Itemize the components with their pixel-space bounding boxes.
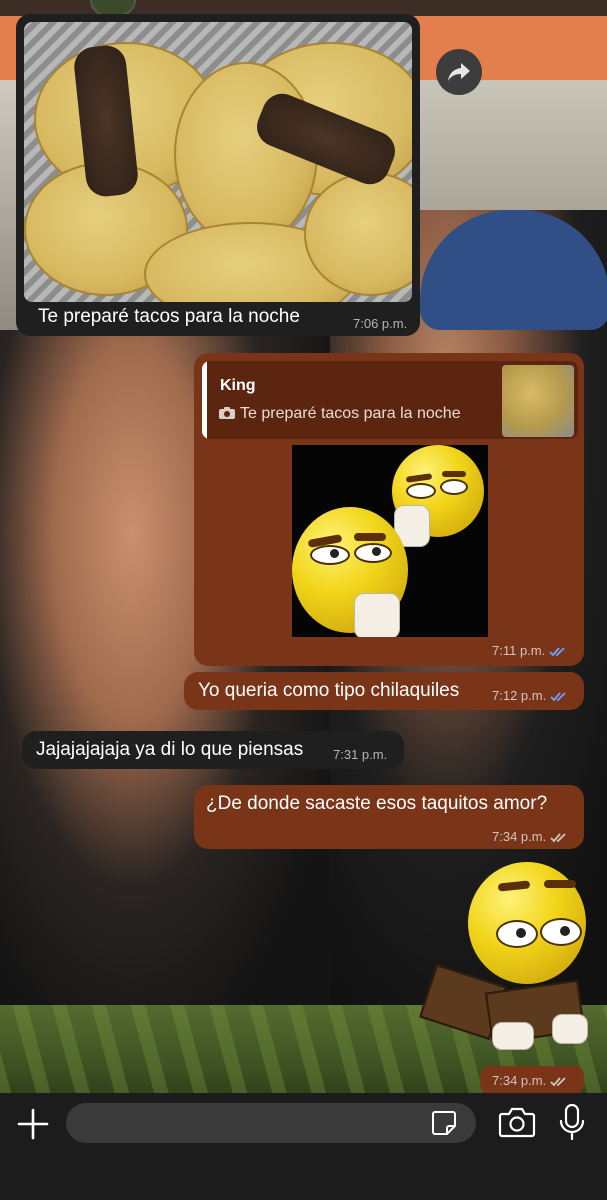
message-time-text: 7:34 p.m. [492,829,547,844]
message-time: 7:34 p.m. [492,1073,568,1088]
message-text: Jajajajajaja ya di lo que piensas [36,739,304,760]
microphone-icon[interactable] [556,1103,588,1141]
emoji-pupil [516,928,526,938]
message-text: ¿De donde sacaste esos taquitos amor? [206,793,548,814]
emoji-hand [552,1014,588,1044]
message-caption: Te preparé tacos para la noche [38,306,300,327]
message-outgoing-text[interactable]: Yo queria como tipo chilaquiles 7:12 p.m… [184,672,584,710]
camera-icon[interactable] [498,1105,536,1139]
message-time: 7:11 p.m. [492,643,567,658]
message-time: 7:06 p.m. [353,316,408,331]
reply-sender: King [220,377,256,394]
message-time: 7:12 p.m. [492,688,568,703]
message-outgoing-reply[interactable]: King Te preparé tacos para la noche 7:11… [194,353,584,666]
quoted-reply[interactable]: King Te preparé tacos para la noche [202,361,578,439]
tacos-photo[interactable] [24,22,412,302]
message-time-text: 7:11 p.m. [492,643,546,658]
message-composer [0,1093,607,1200]
emoji-pupil [372,547,381,556]
forward-icon [448,63,470,81]
reply-accent-bar [202,361,207,439]
reply-text: Te preparé tacos para la noche [240,405,461,422]
emoji-hand [354,593,400,637]
sticker-icon[interactable] [430,1109,458,1137]
emoji-brow [544,880,576,888]
message-time-text: 7:12 p.m. [492,688,547,703]
message-incoming-photo[interactable]: Te preparé tacos para la noche 7:06 p.m. [16,14,420,336]
message-input[interactable] [66,1103,476,1143]
message-time: 7:31 p.m. [333,747,388,762]
message-outgoing-text[interactable]: ¿De donde sacaste esos taquitos amor? 7:… [194,785,584,849]
read-receipt-icon [550,691,566,701]
emoji-eye [440,479,468,495]
message-text: Yo queria como tipo chilaquiles [198,680,460,701]
emoji-brow [442,471,466,477]
message-incoming-text[interactable]: Jajajajajaja ya di lo que piensas 7:31 p… [22,731,404,769]
reading-emoji-sticker[interactable] [419,862,590,1062]
emoji-brow [354,533,386,541]
emoji-hand [492,1022,534,1050]
forward-button[interactable] [436,49,482,95]
sticker-time-badge: 7:34 p.m. [480,1066,584,1094]
message-time-text: 7:34 p.m. [492,1073,547,1088]
thinking-emoji-image[interactable] [292,445,488,637]
reply-thumbnail [502,365,574,437]
message-time: 7:34 p.m. [492,829,568,844]
emoji-pupil [560,926,570,936]
emoji-eye [406,483,436,499]
camera-icon [219,407,235,419]
delivered-receipt-icon [550,832,566,842]
read-receipt-icon [549,646,565,656]
delivered-receipt-icon [550,1076,566,1086]
emoji-pupil [330,549,339,558]
plus-icon[interactable] [16,1107,50,1141]
